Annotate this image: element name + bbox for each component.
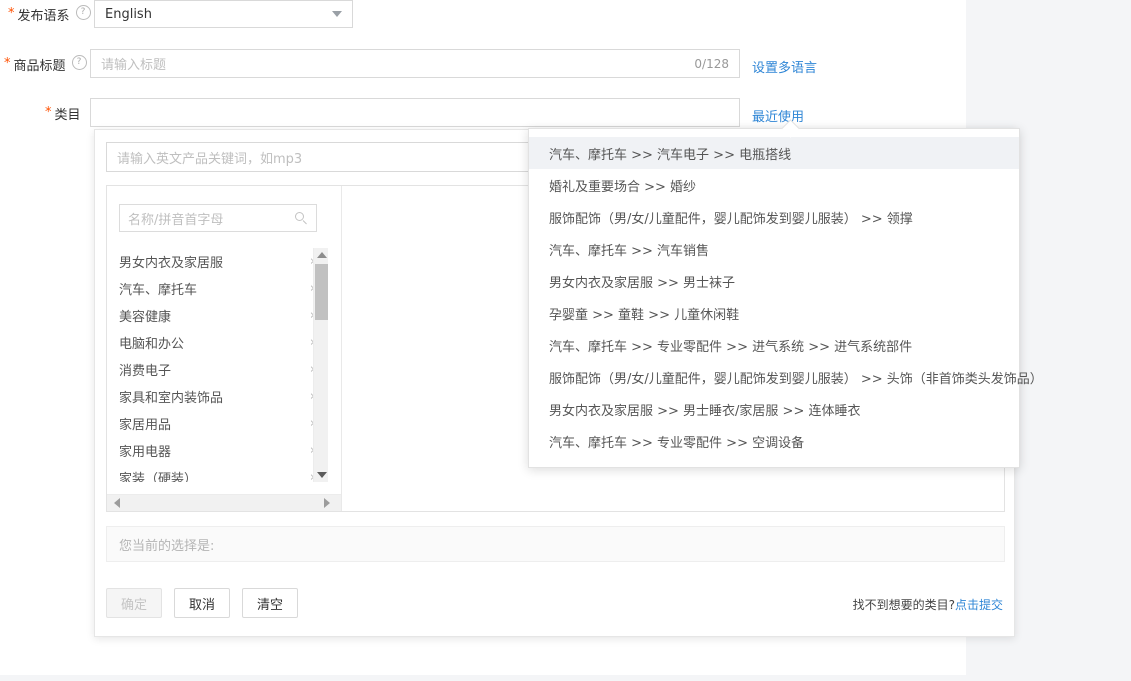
recent-item-label: 服饰配饰（男/女/儿童配件，婴儿配饰发到婴儿服装） >> 领撑 xyxy=(549,211,913,227)
question-circle-icon[interactable]: ? xyxy=(75,5,91,20)
recent-item-label: 婚礼及重要场合 >> 婚纱 xyxy=(549,179,697,195)
recent-item-label: 汽车、摩托车 >> 专业零配件 >> 空调设备 xyxy=(549,435,805,451)
tree-item-label: 汽车、摩托车 xyxy=(119,283,198,298)
scrollbar-thumb[interactable] xyxy=(315,264,328,320)
tree-item[interactable]: 汽车、摩托车 › xyxy=(107,275,325,302)
recent-item-label: 汽车、摩托车 >> 汽车电子 >> 电瓶搭线 xyxy=(549,147,792,163)
recent-item-label: 孕婴童 >> 童鞋 >> 儿童休闲鞋 xyxy=(549,307,740,323)
scroll-right-button[interactable] xyxy=(319,495,335,511)
cancel-button[interactable]: 取消 xyxy=(174,588,231,618)
tree-item-label: 电脑和办公 xyxy=(119,337,185,352)
tree-item-label: 家具和室内装饰品 xyxy=(119,391,224,406)
required-marker: * xyxy=(45,105,52,120)
vertical-scrollbar[interactable] xyxy=(313,248,328,482)
tree-item-label: 家居用品 xyxy=(119,418,172,433)
recent-item[interactable]: 孕婴童 >> 童鞋 >> 儿童休闲鞋 xyxy=(529,297,1019,329)
recent-item[interactable]: 男女内衣及家居服 >> 男士袜子 xyxy=(529,265,1019,297)
confirm-button[interactable]: 确定 xyxy=(106,588,163,618)
triangle-left-icon xyxy=(114,498,120,508)
title-char-counter: 0/128 xyxy=(694,56,729,71)
current-selection-bar: 您当前的选择是: xyxy=(106,526,1005,562)
tree-item-label: 消费电子 xyxy=(119,364,172,379)
recent-item[interactable]: 服饰配饰（男/女/儿童配件，婴儿配饰发到婴儿服装） >> 领撑 xyxy=(529,201,1019,233)
triangle-up-icon xyxy=(316,252,327,258)
keyword-search-placeholder: 请输入英文产品关键词，如mp3 xyxy=(117,151,303,167)
recent-item[interactable]: 男女内衣及家居服 >> 男士睡衣/家居服 >> 连体睡衣 xyxy=(529,393,1019,425)
tree-filter-placeholder: 名称/拼音首字母 xyxy=(128,212,224,228)
tree-item-label: 家装（硬装） xyxy=(119,472,198,482)
question-circle-icon[interactable]: ? xyxy=(71,55,87,70)
tree-item[interactable]: 电脑和办公 › xyxy=(107,329,325,356)
recent-item-label: 汽车、摩托车 >> 专业零配件 >> 进气系统 >> 进气系统部件 xyxy=(549,339,913,355)
product-title-input[interactable]: 请输入标题 0/128 xyxy=(90,49,740,78)
tree-item-label: 男女内衣及家居服 xyxy=(119,256,224,271)
recent-used-dropdown: 汽车、摩托车 >> 汽车电子 >> 电瓶搭线 婚礼及重要场合 >> 婚纱 服饰配… xyxy=(528,119,1043,468)
tree-item[interactable]: 家居用品 › xyxy=(107,410,325,437)
title-label: 商品标题 xyxy=(13,59,66,74)
horizontal-scrollbar[interactable] xyxy=(107,494,341,511)
current-selection-label: 您当前的选择是: xyxy=(119,538,215,554)
tree-item-label: 家用电器 xyxy=(119,445,172,460)
language-select[interactable]: English xyxy=(94,0,353,28)
recent-item[interactable]: 汽车、摩托车 >> 专业零配件 >> 进气系统 >> 进气系统部件 xyxy=(529,329,1019,361)
category-label: 类目 xyxy=(54,108,81,123)
tree-item[interactable]: 消费电子 › xyxy=(107,356,325,383)
recent-item-label: 男女内衣及家居服 >> 男士袜子 xyxy=(549,275,736,291)
required-marker: * xyxy=(4,56,11,71)
set-multilanguage-link[interactable]: 设置多语言 xyxy=(752,57,817,76)
recent-item[interactable]: 汽车、摩托车 >> 汽车电子 >> 电瓶搭线 xyxy=(529,137,1019,169)
submit-category-link[interactable]: 点击提交 xyxy=(955,598,1003,612)
language-label: 发布语系 xyxy=(17,9,70,24)
scroll-left-button[interactable] xyxy=(109,495,125,511)
category-tree-column-1: 名称/拼音首字母 男女内衣及家居服 › 汽车、摩托车 › 美容健康 › 电脑和办… xyxy=(107,186,342,511)
scroll-down-button[interactable] xyxy=(314,468,329,482)
category-tree-list: 男女内衣及家居服 › 汽车、摩托车 › 美容健康 › 电脑和办公 › 消费电子 xyxy=(107,248,325,482)
tree-item[interactable]: 男女内衣及家居服 › xyxy=(107,248,325,275)
chevron-down-icon xyxy=(332,11,342,17)
tree-filter-input[interactable]: 名称/拼音首字母 xyxy=(119,204,317,232)
recent-item-label: 服饰配饰（男/女/儿童配件，婴儿配饰发到婴儿服装） >> 头饰（非首饰类头发饰品… xyxy=(549,371,1043,387)
tree-item[interactable]: 家具和室内装饰品 › xyxy=(107,383,325,410)
recent-item-label: 汽车、摩托车 >> 汽车销售 xyxy=(549,243,710,259)
triangle-right-icon xyxy=(324,498,330,508)
category-not-found-text: 找不到想要的类目? xyxy=(852,598,955,612)
recent-item[interactable]: 汽车、摩托车 >> 汽车销售 xyxy=(529,233,1019,265)
recent-item[interactable]: 汽车、摩托车 >> 专业零配件 >> 空调设备 xyxy=(529,425,1019,457)
recent-item[interactable]: 服饰配饰（男/女/儿童配件，婴儿配饰发到婴儿服装） >> 头饰（非首饰类头发饰品… xyxy=(529,361,1043,393)
product-title-placeholder: 请输入标题 xyxy=(101,58,167,73)
category-input[interactable] xyxy=(90,98,740,127)
scroll-up-button[interactable] xyxy=(314,248,329,262)
tree-item[interactable]: 家用电器 › xyxy=(107,437,325,464)
clear-button[interactable]: 清空 xyxy=(242,588,299,618)
recent-used-link[interactable]: 最近使用 xyxy=(752,106,804,125)
recent-item-label: 男女内衣及家居服 >> 男士睡衣/家居服 >> 连体睡衣 xyxy=(549,403,861,419)
search-icon xyxy=(295,211,308,225)
category-not-found-help: 找不到想要的类目?点击提交 xyxy=(853,596,1003,613)
modal-button-row: 确定 取消 清空 xyxy=(106,588,299,618)
tree-item[interactable]: 美容健康 › xyxy=(107,302,325,329)
tree-item-label: 美容健康 xyxy=(119,310,172,325)
tree-item[interactable]: 家装（硬装） › xyxy=(107,464,325,482)
recent-item[interactable]: 婚礼及重要场合 >> 婚纱 xyxy=(529,169,1019,201)
language-select-value: English xyxy=(105,6,152,22)
required-marker: * xyxy=(8,6,15,21)
triangle-down-icon xyxy=(316,472,327,478)
